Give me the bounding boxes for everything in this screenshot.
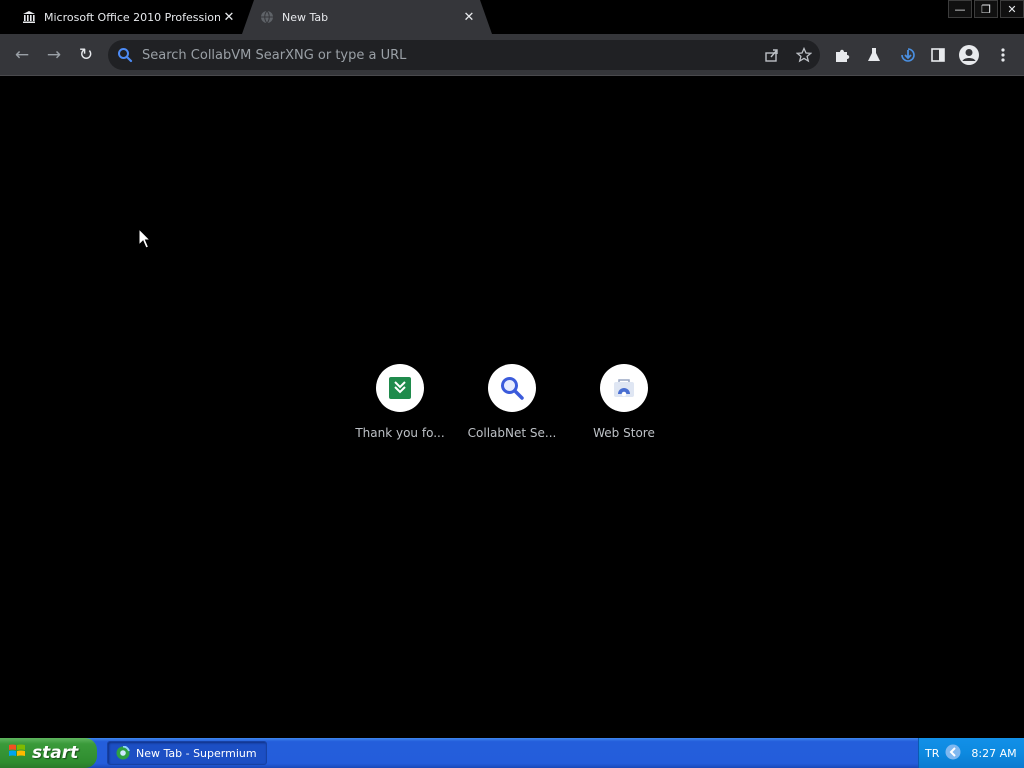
shortcut-label: Web Store — [593, 426, 655, 440]
window-controls: — ❐ ✕ — [946, 0, 1024, 18]
shortcut-icon-circle — [488, 364, 536, 412]
shortcut-tile[interactable]: CollabNet Se... — [460, 364, 564, 440]
tab-title: New Tab — [282, 10, 329, 24]
globe-icon — [260, 10, 274, 24]
tab-strip: Microsoft Office 2010 Professional P ✕ N… — [0, 0, 1024, 34]
omnibox-input[interactable] — [142, 40, 756, 70]
restore-button[interactable]: ❐ — [974, 0, 998, 18]
minimize-button[interactable]: — — [948, 0, 972, 18]
language-indicator[interactable]: TR — [925, 747, 939, 760]
web-store-icon — [614, 379, 634, 397]
shortcut-icon-circle — [600, 364, 648, 412]
browser-toolbar: ← → ↻ — [0, 34, 1024, 76]
extensions-puzzle-icon[interactable] — [830, 43, 854, 67]
tab-microsoft-office[interactable]: Microsoft Office 2010 Professional P ✕ — [12, 0, 244, 34]
share-icon[interactable] — [756, 40, 788, 70]
menu-kebab-icon[interactable] — [991, 43, 1015, 67]
mouse-cursor-icon — [138, 227, 152, 253]
back-button[interactable]: ← — [10, 43, 34, 67]
search-icon — [501, 377, 524, 400]
bookmark-star-icon[interactable] — [788, 40, 820, 70]
labs-flask-icon[interactable] — [862, 43, 886, 67]
system-tray: TR 8:27 AM — [918, 738, 1024, 768]
shortcut-label: CollabNet Se... — [467, 426, 557, 440]
supermium-browser-icon — [116, 746, 130, 760]
shortcut-tile[interactable]: Thank you fo... — [348, 364, 452, 440]
shortcut-label: Thank you fo... — [355, 426, 445, 440]
museum-icon — [22, 10, 36, 24]
search-icon — [108, 47, 142, 63]
download-arrow-icon — [389, 377, 411, 399]
shortcut-icon-circle — [376, 364, 424, 412]
taskbar-item-label: New Tab - Supermium — [136, 746, 257, 760]
tab-new-tab[interactable]: New Tab ✕ — [242, 0, 492, 34]
tab-close-icon[interactable]: ✕ — [460, 8, 478, 26]
shortcut-tile[interactable]: Web Store — [572, 364, 676, 440]
start-button[interactable]: start — [0, 738, 97, 768]
profile-avatar-icon[interactable] — [957, 43, 981, 67]
tab-title: Microsoft Office 2010 Professional P — [44, 10, 220, 24]
forward-button[interactable]: → — [42, 43, 66, 67]
close-window-button[interactable]: ✕ — [1000, 0, 1024, 18]
omnibox[interactable] — [108, 40, 820, 70]
tab-close-icon[interactable]: ✕ — [220, 8, 238, 26]
new-tab-page: Thank you fo... CollabNet Se... Web Stor… — [0, 77, 1024, 738]
side-panel-icon[interactable] — [926, 43, 950, 67]
clock: 8:27 AM — [971, 746, 1017, 760]
taskbar: start New Tab - Supermium TR 8:27 AM — [0, 738, 1024, 768]
tray-arrow-icon[interactable] — [945, 744, 961, 763]
start-label: start — [32, 743, 79, 763]
reload-button[interactable]: ↻ — [74, 43, 98, 67]
windows-flag-icon — [8, 742, 26, 764]
taskbar-item-supermium[interactable]: New Tab - Supermium — [107, 741, 267, 765]
download-icon[interactable] — [896, 43, 920, 67]
